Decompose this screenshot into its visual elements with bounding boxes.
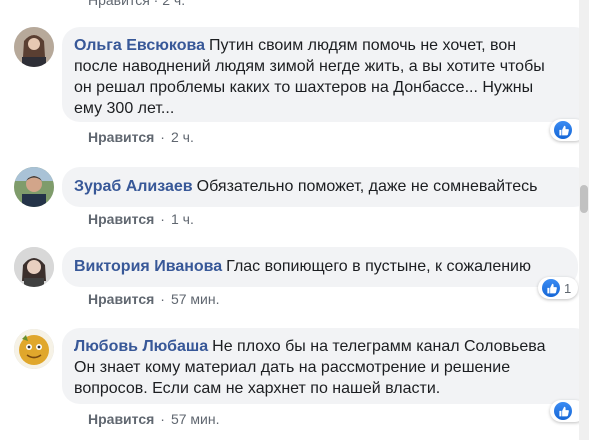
comment-bubble: Зураб Ализаев Обязательно поможет, даже н…	[62, 167, 589, 207]
avatar[interactable]	[14, 329, 54, 369]
comment-time[interactable]: 2 ч.	[171, 129, 194, 145]
comment-meta: Нравится · 2 ч.	[88, 129, 194, 145]
comment-text-line: вопросов. Если сам не хархнет по нашей в…	[74, 380, 441, 397]
thumbs-up-icon	[554, 121, 572, 139]
comment-text-line: после наводнений людям зимой негде жить,…	[74, 58, 545, 75]
comment-meta: Нравится · 57 мин.	[88, 411, 220, 427]
comment-text-line: Путин своим людям помочь не хочет, вон	[209, 37, 517, 54]
reaction-count: 1	[564, 280, 572, 296]
comment-author[interactable]: Любовь Любаша	[74, 338, 208, 355]
scrollbar[interactable]	[579, 0, 589, 440]
previous-comment-meta: Нравится · 2 ч.	[88, 0, 186, 8]
comment-author[interactable]: Ольга Евсюкова	[74, 37, 205, 54]
avatar[interactable]	[14, 27, 54, 67]
thumbs-up-icon	[542, 279, 560, 297]
avatar[interactable]	[14, 167, 54, 207]
comment-time[interactable]: 57 мин.	[171, 291, 220, 307]
reaction-badge[interactable]: 1	[538, 277, 578, 299]
comment-time[interactable]: 57 мин.	[171, 411, 220, 427]
comment-text-line: Глас вопиющего в пустыне, к сожалению	[226, 258, 531, 275]
thumbs-up-icon	[554, 402, 572, 420]
comment-text-line: Не плохо бы на телеграмм канал Соловьева	[212, 338, 546, 355]
like-link[interactable]: Нравится	[88, 129, 154, 145]
comment-text-line: ему 300 лет...	[74, 100, 175, 117]
like-link[interactable]: Нравится	[88, 211, 154, 227]
comment-bubble: Виктория Иванова Глас вопиющего в пустыне…	[62, 247, 578, 287]
comment-text-line: Обязательно поможет, даже не сомневайтес…	[196, 178, 538, 195]
comment-bubble: Ольга Евсюкова Путин своим людям помочь н…	[62, 27, 589, 122]
like-link[interactable]: Нравится	[88, 291, 154, 307]
comment-text-line: он решал проблемы каких то шахтеров на Д…	[74, 79, 534, 96]
comment-author[interactable]: Зураб Ализаев	[74, 178, 193, 195]
comment-bubble: Любовь Любаша Не плохо бы на телеграмм ка…	[62, 328, 589, 404]
comment-time[interactable]: 1 ч.	[171, 211, 194, 227]
comment-meta: Нравится · 57 мин.	[88, 291, 220, 307]
comment-author[interactable]: Виктория Иванова	[74, 258, 222, 275]
like-link[interactable]: Нравится	[88, 411, 154, 427]
comment-text-line: Он знает кому материал дать на рассмотре…	[74, 359, 511, 376]
avatar[interactable]	[14, 247, 54, 287]
comment-meta: Нравится · 1 ч.	[88, 211, 194, 227]
scrollbar-thumb[interactable]	[580, 185, 588, 213]
